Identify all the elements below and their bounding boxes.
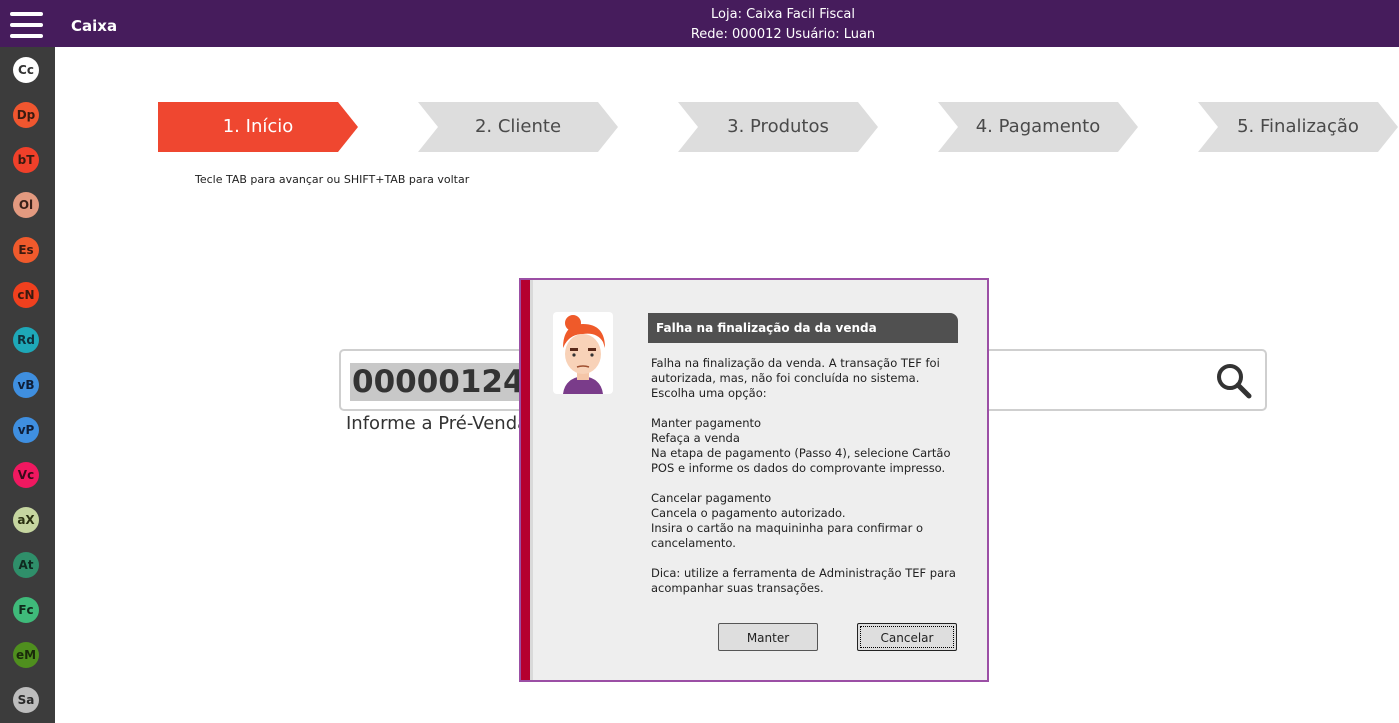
- dialog-line: Dica: utilize a ferramenta de Administra…: [651, 566, 956, 595]
- sidebar-item-ax[interactable]: aX: [13, 507, 39, 533]
- search-label: Informe a Pré-Venda: [346, 413, 529, 434]
- step-cliente[interactable]: 2. Cliente: [418, 102, 618, 152]
- step-finalizacao[interactable]: 5. Finalização: [1198, 102, 1398, 152]
- dialog-line: Na etapa de pagamento (Passo 4), selecio…: [651, 446, 951, 475]
- step-pagamento[interactable]: 4. Pagamento: [938, 102, 1138, 152]
- dialog-line: Cancelar pagamento: [651, 491, 772, 505]
- dialog-line: Escolha uma opção:: [651, 386, 767, 400]
- dialog-line: [651, 401, 971, 416]
- sidebar-item-em[interactable]: eM: [13, 642, 39, 668]
- sidebar-item-at[interactable]: At: [13, 552, 39, 578]
- sidebar-item-rd[interactable]: Rd: [13, 327, 39, 353]
- sidebar-item-vc[interactable]: Vc: [13, 462, 39, 488]
- menu-icon[interactable]: [10, 12, 43, 38]
- network-line: Rede: 000012 Usuário: Luan: [690, 27, 876, 42]
- search-value: 00000124-: [350, 363, 540, 401]
- sidebar-item-bt[interactable]: bT: [13, 147, 39, 173]
- keep-button[interactable]: Manter: [718, 623, 818, 651]
- store-line: Loja: Caixa Facil Fiscal: [711, 7, 855, 22]
- step-produtos[interactable]: 3. Produtos: [678, 102, 878, 152]
- sidebar-item-dp[interactable]: Dp: [13, 102, 39, 128]
- dialog-message: Falha na finalização da venda. A transaç…: [651, 356, 971, 596]
- top-bar: Caixa Loja: Caixa Facil Fiscal Rede: 000…: [0, 0, 1399, 47]
- avatar: [553, 312, 613, 394]
- dialog-line: [651, 551, 971, 566]
- app-title: Caixa: [71, 17, 118, 35]
- sidebar-item-es[interactable]: Es: [13, 237, 39, 263]
- keyboard-hint: Tecle TAB para avançar ou SHIFT+TAB para…: [195, 173, 470, 186]
- dialog-line: Insira o cartão na maquininha para confi…: [651, 521, 923, 550]
- step-inicio[interactable]: 1. Início: [158, 102, 358, 152]
- dialog-line: Falha na finalização da venda. A transaç…: [651, 356, 940, 385]
- header-info: Loja: Caixa Facil Fiscal Rede: 000012 Us…: [600, 5, 966, 45]
- dialog-title: Falha na finalização da da venda: [648, 313, 958, 343]
- search-icon[interactable]: [1215, 362, 1253, 400]
- sidebar: Cc Dp bT Ol Es cN Rd vB vP Vc aX At Fc eM Sa: [0, 47, 55, 723]
- dialog-line: Cancela o pagamento autorizado.: [651, 506, 846, 520]
- sidebar-item-vb[interactable]: vB: [13, 372, 39, 398]
- sidebar-item-cc[interactable]: Cc: [13, 57, 39, 83]
- dialog-strip-shadow: [530, 280, 533, 680]
- dialog-accent-strip: [521, 280, 530, 680]
- sidebar-item-vp[interactable]: vP: [13, 417, 39, 443]
- dialog-line: [651, 476, 971, 491]
- sidebar-item-fc[interactable]: Fc: [13, 597, 39, 623]
- dialog-line: Refaça a venda: [651, 431, 740, 445]
- error-dialog: Falha na finalização da da venda Falha n…: [519, 278, 989, 682]
- cancel-button[interactable]: Cancelar: [857, 623, 957, 651]
- dialog-line: Manter pagamento: [651, 416, 762, 430]
- sidebar-item-cn[interactable]: cN: [13, 282, 39, 308]
- sidebar-item-sa[interactable]: Sa: [13, 687, 39, 713]
- sidebar-item-ol[interactable]: Ol: [13, 192, 39, 218]
